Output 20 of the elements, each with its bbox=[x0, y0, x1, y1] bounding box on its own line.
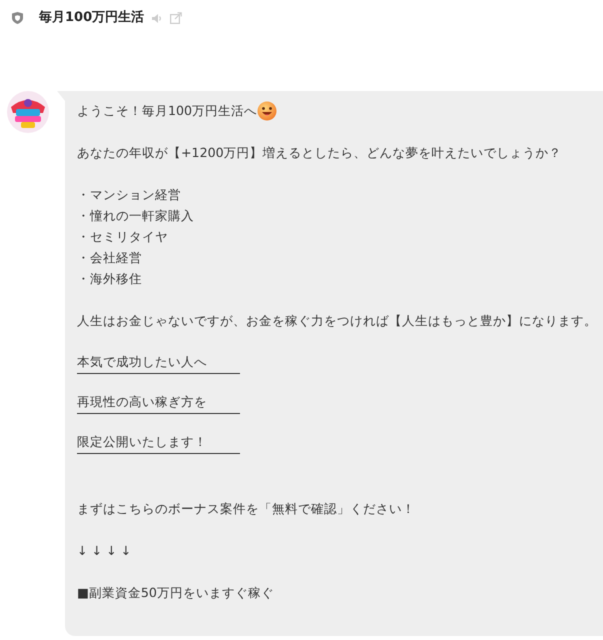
message-text: ようこそ！毎月100万円生活へ bbox=[77, 102, 258, 120]
list-item: ・セミリタイヤ bbox=[77, 228, 169, 246]
message-text: ↓ ↓ ↓ ↓ bbox=[77, 542, 132, 560]
message-text: あなたの年収が【+1200万円】増えるとしたら、どんな夢を叶えたいでしょうか？ bbox=[77, 144, 563, 162]
underlined-heading: 本気で成功したい人へ bbox=[77, 352, 240, 374]
underlined-heading: 限定公開いたします！ bbox=[77, 432, 240, 454]
underlined-heading: 再現性の高い稼ぎ方を bbox=[77, 392, 240, 414]
list-item: ・海外移住 bbox=[77, 270, 143, 288]
list-item: ・マンション経営 bbox=[77, 186, 182, 204]
shield-icon bbox=[12, 12, 23, 24]
list-item: ・会社経営 bbox=[77, 249, 143, 267]
speaker-icon[interactable] bbox=[152, 14, 162, 22]
message-text: ■副業資金50万円をいますぐ稼ぐ bbox=[77, 584, 275, 602]
smiley-icon bbox=[257, 100, 278, 120]
avatar-icon bbox=[7, 91, 49, 133]
message-text: まずはこちらのボーナス案件を「無料で確認」ください！ bbox=[77, 500, 416, 518]
message-text: 人生はお金じゃないですが、お金を稼ぐ力をつければ【人生はもっと豊か】になります。 bbox=[77, 312, 598, 330]
external-link-icon[interactable] bbox=[170, 12, 182, 24]
chat-title: 毎月100万円生活 bbox=[39, 9, 144, 28]
list-item: ・憧れの一軒家購入 bbox=[77, 207, 195, 225]
